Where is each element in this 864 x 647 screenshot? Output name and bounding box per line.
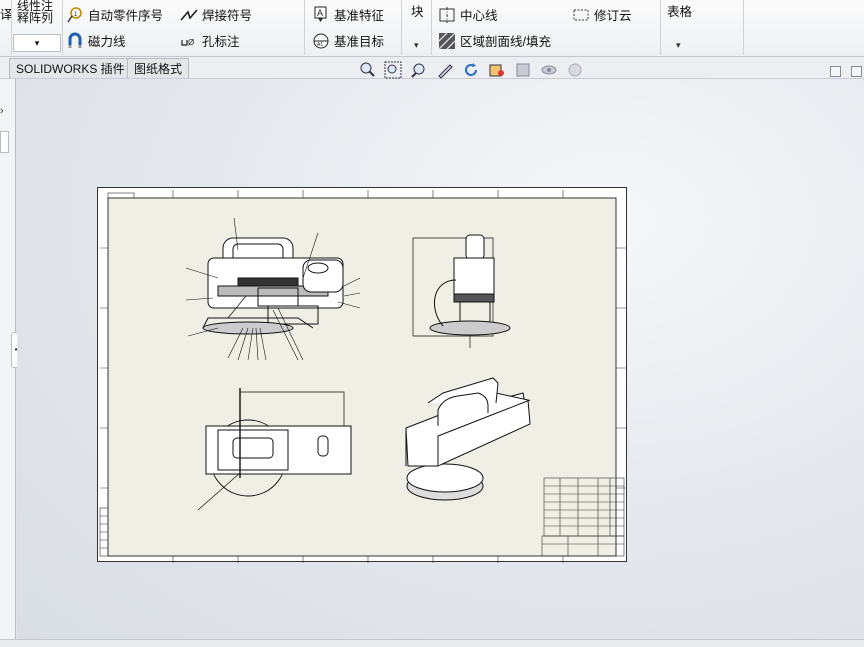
tab-solidworks-addins[interactable]: SOLIDWORKS 插件 [9,58,132,78]
table-button[interactable]: 表格 [667,1,692,20]
status-bar [0,639,864,647]
appearance-icon[interactable] [564,61,586,79]
area-hatch-button[interactable]: 区域剖面线/填充 [438,31,551,50]
table-dropdown-icon[interactable]: ▾ [676,40,681,51]
rotate-icon[interactable] [460,61,482,79]
zoom-to-fit-icon[interactable] [356,61,378,79]
datum-feature-button[interactable]: A 基准特征 [312,5,384,24]
feature-manager-collapsed: › • [0,79,21,647]
zoom-area-icon[interactable] [382,61,404,79]
hole-callout-button[interactable]: Ø 孔标注 [180,31,240,50]
hole-callout-icon: Ø [181,38,194,47]
magnet-icon [68,32,82,48]
display-style-icon[interactable] [486,61,508,79]
svg-text:A1: A1 [317,42,323,48]
datum-feature-icon: A [314,6,327,22]
svg-text:Ø: Ø [188,38,194,47]
hide-show-icon[interactable] [538,61,560,79]
drawing-sheet-graphics [99,190,626,563]
drawing-sheet[interactable] [97,187,627,563]
block-button[interactable]: 块 [411,1,424,20]
command-ribbon: 译 线性注 释阵列 ▾ 1 自动零件序号 磁力线 焊接符号 Ø 孔标注 A 基准… [0,0,864,57]
auto-balloon-icon: 1 [67,6,82,22]
center-line-icon [439,6,455,23]
center-line-button[interactable]: 中心线 [438,5,498,24]
panel-field[interactable] [0,131,9,153]
tab-sheet-format[interactable]: 图纸格式 [127,58,190,78]
expand-panel-icon[interactable]: › [0,105,4,117]
svg-text:A: A [317,8,323,18]
note-pattern-dropdown[interactable]: ▾ [13,34,61,52]
datum-target-icon: A1 [313,33,329,48]
previous-view-icon[interactable] [408,61,430,79]
linear-note-pattern-button[interactable]: 线性注 释阵列 [17,0,53,24]
weld-symbol-icon [180,8,198,21]
pan-icon[interactable] [434,61,456,79]
revision-cloud-button[interactable]: 修订云 [572,5,632,24]
graphics-area[interactable] [17,79,864,647]
window-restore-icon[interactable] [830,66,841,77]
area-hatch-icon [438,32,456,49]
magnet-line-button[interactable]: 磁力线 [66,31,126,50]
datum-target-button[interactable]: A1 基准目标 [312,31,384,50]
auto-balloon-button[interactable]: 1 自动零件序号 [66,5,163,24]
revision-cloud-icon [573,9,589,20]
weld-symbol-button[interactable]: 焊接符号 [180,5,252,24]
window-tile-icon[interactable] [851,66,862,77]
section-view-icon[interactable] [512,61,534,79]
heads-up-view-toolbar [356,61,586,79]
block-dropdown-icon[interactable]: ▾ [414,40,419,51]
side-table [99,507,109,557]
